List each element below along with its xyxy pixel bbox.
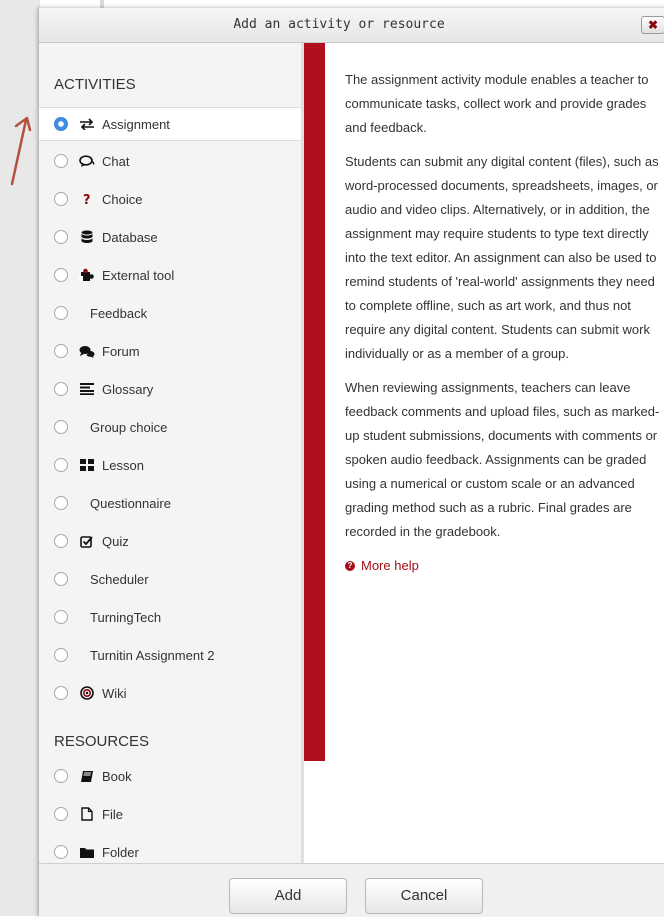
no-icon-spacer: [79, 306, 83, 320]
option-label: File: [102, 806, 123, 822]
option-label: Turnitin Assignment 2: [90, 647, 215, 663]
option-label: Group choice: [90, 419, 168, 435]
chat-icon: [79, 154, 95, 168]
help-question-icon: ?: [345, 561, 355, 571]
option-label: Questionnaire: [90, 495, 171, 511]
radio-button[interactable]: [54, 534, 68, 548]
add-button[interactable]: Add: [229, 878, 347, 914]
radio-button[interactable]: [54, 458, 68, 472]
radio-button[interactable]: [54, 572, 68, 586]
accent-bar: [304, 43, 325, 761]
resources-heading: RESOURCES: [54, 733, 150, 750]
no-icon-spacer: [79, 420, 83, 434]
activity-option-turnitin-assignment-2[interactable]: Turnitin Assignment 2: [39, 639, 304, 671]
option-label: Lesson: [102, 457, 144, 473]
activity-chooser-dialog: Add an activity or resource ✖ ACTIVITIES…: [38, 8, 664, 917]
more-help-link[interactable]: ? More help: [345, 554, 663, 578]
radio-button[interactable]: [54, 610, 68, 624]
radio-button[interactable]: [54, 496, 68, 510]
radio-button[interactable]: [54, 154, 68, 168]
activity-option-questionnaire[interactable]: Questionnaire: [39, 487, 304, 519]
checkbox-icon: [79, 534, 95, 548]
option-label: TurningTech: [90, 609, 162, 625]
option-label: Quiz: [102, 533, 129, 549]
option-label: Chat: [102, 153, 130, 169]
resource-option-book[interactable]: Book: [39, 760, 304, 792]
puzzle-icon: [79, 268, 95, 282]
activity-option-assignment[interactable]: Assignment: [39, 107, 304, 141]
folder-icon: [79, 845, 95, 859]
no-icon-spacer: [79, 610, 83, 624]
option-label: Choice: [102, 191, 143, 207]
list-icon: [79, 382, 95, 396]
radio-button[interactable]: [54, 686, 68, 700]
dialog-title: Add an activity or resource: [233, 17, 445, 32]
book-icon: [79, 769, 95, 783]
options-list[interactable]: ACTIVITIES RESOURCES Assignment Chat? Choi…: [39, 43, 304, 863]
activity-option-quiz[interactable]: Quiz: [39, 525, 304, 557]
option-label: Book: [102, 768, 132, 784]
forum-icon: [79, 344, 95, 358]
more-help-label: More help: [361, 558, 419, 573]
radio-button[interactable]: [54, 382, 68, 396]
close-button[interactable]: ✖: [641, 16, 664, 34]
option-label: External tool: [102, 267, 175, 283]
file-icon: [79, 807, 95, 821]
activities-heading: ACTIVITIES: [54, 76, 136, 93]
option-label: Feedback: [90, 305, 148, 321]
activity-option-external-tool[interactable]: External tool: [39, 259, 304, 291]
activity-option-group-choice[interactable]: Group choice: [39, 411, 304, 443]
assignment-arrows-icon: [79, 117, 95, 131]
help-paragraph: Students can submit any digital content …: [345, 154, 659, 361]
activity-option-chat[interactable]: Chat: [39, 145, 304, 177]
resource-option-folder[interactable]: Folder: [39, 836, 304, 863]
radio-button[interactable]: [54, 420, 68, 434]
help-paragraph: The assignment activity module enables a…: [345, 72, 649, 135]
help-paragraph: When reviewing assignments, teachers can…: [345, 380, 660, 539]
radio-button[interactable]: [54, 117, 68, 131]
no-icon-spacer: [79, 496, 83, 510]
activity-option-database[interactable]: Database: [39, 221, 304, 253]
activity-option-forum[interactable]: Forum: [39, 335, 304, 367]
radio-button[interactable]: [54, 845, 68, 859]
no-icon-spacer: [79, 572, 83, 586]
activity-option-wiki[interactable]: Wiki: [39, 677, 304, 709]
radio-button[interactable]: [54, 807, 68, 821]
radio-button[interactable]: [54, 769, 68, 783]
option-label: Scheduler: [90, 571, 149, 587]
help-panel: The assignment activity module enables a…: [345, 68, 663, 578]
activity-option-turningtech[interactable]: TurningTech: [39, 601, 304, 633]
resource-option-file[interactable]: File: [39, 798, 304, 830]
cancel-button[interactable]: Cancel: [365, 878, 483, 914]
database-icon: [79, 230, 95, 244]
activity-option-feedback[interactable]: Feedback: [39, 297, 304, 329]
activity-option-choice[interactable]: ? Choice: [39, 183, 304, 215]
activity-option-scheduler[interactable]: Scheduler: [39, 563, 304, 595]
radio-button[interactable]: [54, 268, 68, 282]
dialog-footer: Add Cancel: [39, 863, 664, 917]
option-label: Folder: [102, 844, 139, 860]
no-icon-spacer: [79, 648, 83, 662]
grid-icon: [79, 458, 95, 472]
option-label: Database: [102, 229, 158, 245]
annotation-arrow-icon: [10, 116, 32, 186]
activity-option-lesson[interactable]: Lesson: [39, 449, 304, 481]
activity-option-glossary[interactable]: Glossary: [39, 373, 304, 405]
radio-button[interactable]: [54, 230, 68, 244]
option-label: Forum: [102, 343, 140, 359]
radio-button[interactable]: [54, 306, 68, 320]
question-mark-icon: ?: [79, 192, 95, 206]
option-label: Glossary: [102, 381, 154, 397]
option-label: Assignment: [102, 116, 170, 132]
radio-button[interactable]: [54, 648, 68, 662]
target-icon: [79, 686, 95, 700]
dialog-header: Add an activity or resource ✖: [39, 8, 664, 43]
radio-button[interactable]: [54, 344, 68, 358]
svg-text:?: ?: [83, 193, 91, 206]
radio-button[interactable]: [54, 192, 68, 206]
option-label: Wiki: [102, 685, 127, 701]
